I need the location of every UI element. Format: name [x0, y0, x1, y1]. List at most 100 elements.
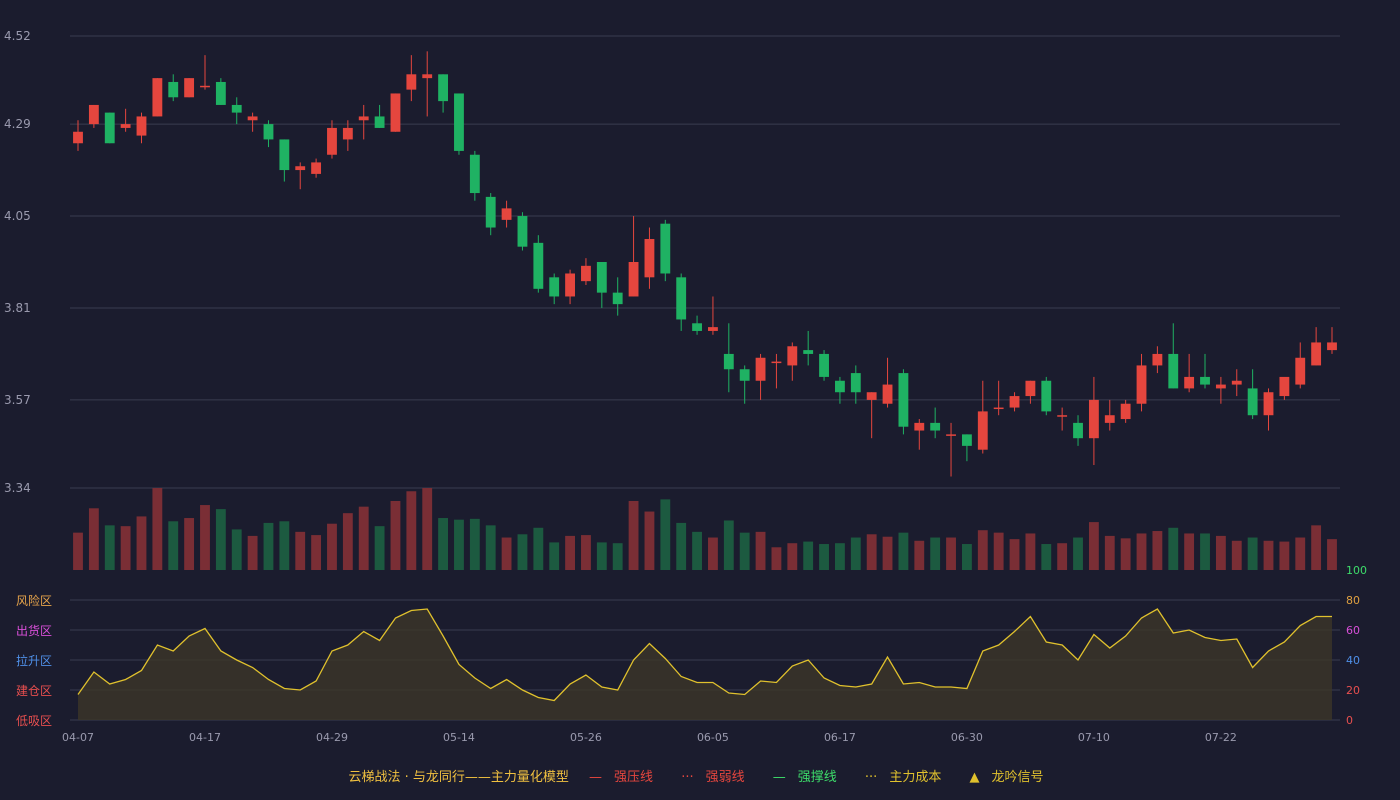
candle-body	[438, 74, 449, 102]
candle-body	[644, 239, 655, 278]
candle-body	[882, 384, 893, 404]
x-tick-label: 04-29	[316, 731, 348, 744]
candle-body	[628, 262, 639, 297]
volume-bar	[454, 519, 464, 570]
x-tick-label: 07-10	[1078, 731, 1110, 744]
x-tick-label: 04-07	[62, 731, 94, 744]
price-tick-label: 4.52	[4, 29, 31, 43]
volume-bar	[993, 532, 1004, 570]
candle-body	[342, 127, 353, 140]
candle-body	[1088, 399, 1099, 439]
legend-item-dragon-signal: ▲ 龙吟信号	[969, 770, 1051, 785]
volume-bar	[120, 526, 131, 570]
zone-label: 建仓区	[16, 684, 52, 698]
candle-body	[755, 357, 766, 381]
volume-bar	[73, 532, 83, 570]
x-tick-label: 07-22	[1205, 731, 1237, 744]
candle-body	[977, 411, 988, 450]
candle-body	[1152, 353, 1163, 366]
oscillator-tick-label: 40	[1346, 654, 1360, 667]
candle-body	[1120, 403, 1131, 420]
volume-bar	[1295, 537, 1306, 570]
oscillator-tick-label: 0	[1346, 714, 1353, 727]
candle-body	[612, 292, 623, 305]
candle-body	[73, 131, 83, 144]
candle-body	[1311, 342, 1322, 366]
zone-label: 低吸区	[16, 714, 52, 728]
volume-bar	[835, 543, 845, 570]
volume-bar	[898, 532, 909, 570]
candle-body	[422, 74, 433, 79]
volume-bar	[1088, 522, 1099, 570]
volume-bar	[1104, 535, 1115, 570]
volume-bar	[739, 532, 750, 570]
candle-body	[946, 434, 956, 436]
candle-body	[850, 373, 861, 393]
volume-bar	[104, 525, 115, 570]
volume-bar	[390, 500, 401, 570]
legend-label-strong-support: 强撑线	[797, 770, 837, 785]
zone-label: 出货区	[16, 623, 52, 638]
volume-bar	[628, 500, 639, 570]
volume-bar	[1263, 540, 1274, 570]
candle-body	[676, 277, 687, 320]
candle-body	[374, 116, 385, 128]
candle-body	[533, 242, 544, 289]
candle-body	[930, 422, 941, 431]
candle-body	[152, 78, 163, 117]
candle-body	[1327, 342, 1337, 351]
volume-bar	[676, 522, 687, 570]
candle-body	[549, 277, 560, 297]
candle-body	[263, 124, 274, 140]
volume-bar	[1279, 541, 1290, 570]
volume-bar	[708, 537, 718, 570]
volume-bar	[914, 540, 925, 570]
legend-item-main-cost: ··· 主力成本	[865, 770, 949, 785]
volume-bar	[803, 541, 814, 570]
candle-body	[1295, 357, 1306, 385]
volume-bar	[660, 499, 671, 570]
candle-body	[200, 85, 210, 88]
volume-bar	[200, 505, 210, 570]
x-tick-label: 04-17	[189, 731, 221, 744]
candle-body	[358, 116, 369, 121]
candle-body	[1136, 365, 1147, 404]
oscillator-tick-label: 80	[1346, 594, 1360, 607]
volume-bar	[1009, 539, 1020, 570]
candle-body	[1073, 422, 1083, 439]
price-tick-label: 4.29	[4, 117, 31, 131]
zone-label: 风险区	[16, 593, 52, 608]
volume-bar	[946, 537, 956, 570]
volume-bar	[1168, 527, 1179, 570]
candle-body	[136, 116, 147, 136]
candle-body	[787, 346, 798, 366]
volume-bar	[501, 537, 512, 570]
legend-label-main-cost: 主力成本	[889, 770, 942, 785]
volume-bar	[882, 536, 893, 570]
volume-bar	[644, 511, 655, 570]
volume-bar	[723, 520, 734, 570]
candle-body	[898, 373, 909, 427]
volume-bar	[1184, 533, 1195, 570]
legend-mark-dragon-signal: ▲	[969, 770, 980, 785]
legend-label-dragon-signal: 龙吟信号	[991, 770, 1044, 785]
candle-body	[215, 81, 226, 105]
candle-body	[1200, 376, 1210, 385]
volume-bar	[549, 542, 560, 570]
candle-body	[1168, 353, 1179, 389]
candle-body	[295, 166, 306, 171]
candle-body	[596, 262, 607, 293]
volume-bar	[612, 543, 623, 570]
volume-bar	[311, 535, 322, 570]
legend-mark-strength-line: ···	[681, 770, 694, 785]
x-tick-label: 05-26	[570, 731, 602, 744]
volume-bar	[184, 518, 195, 570]
candle-body	[1279, 376, 1290, 397]
candle-body	[517, 216, 528, 247]
candle-body	[184, 78, 195, 98]
zone-label: 拉升区	[16, 653, 52, 668]
oscillator-tick-label: 60	[1346, 624, 1360, 637]
candle-body	[104, 112, 115, 144]
legend-title: 云梯战法 · 与龙同行——主力量化模型	[348, 770, 569, 785]
volume-bar	[1311, 525, 1322, 570]
